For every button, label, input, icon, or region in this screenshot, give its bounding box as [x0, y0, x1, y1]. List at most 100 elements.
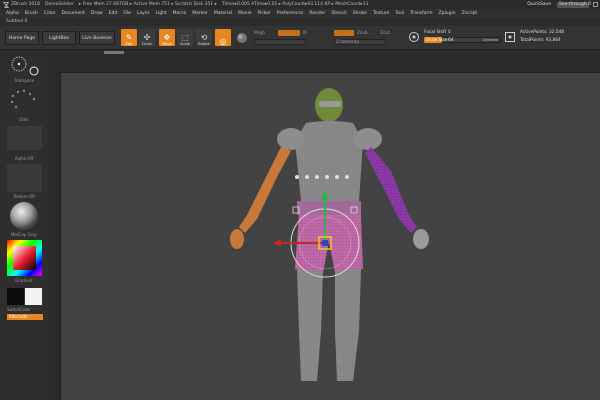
menu-render[interactable]: Render: [309, 11, 325, 16]
model-viewport[interactable]: [61, 73, 600, 400]
draw-icon: ✣: [143, 33, 151, 42]
model-right-arm: [365, 147, 417, 233]
seethrough-slider[interactable]: See-through 0: [557, 1, 591, 8]
menu-tool[interactable]: Tool: [395, 11, 404, 16]
main-color-swatch[interactable]: [7, 288, 24, 305]
total-points: TotalPoints: 93,864: [520, 38, 561, 43]
soldier-model: [230, 88, 429, 381]
scale-tool-button[interactable]: ⬚ Scale: [177, 29, 193, 46]
rotate-icon: ⟲: [200, 33, 208, 42]
project-name: DemoSoldier: [44, 2, 74, 7]
menu-macro[interactable]: Macro: [173, 11, 187, 16]
model-left-shoulder: [277, 128, 305, 150]
dots-label: Dots: [19, 117, 29, 122]
color-picker[interactable]: [7, 240, 42, 276]
menu-stencil[interactable]: Stencil: [331, 11, 346, 16]
menu-edit[interactable]: Edit: [109, 11, 118, 16]
menu-light[interactable]: Light: [155, 11, 166, 16]
memory-stats: ▸ Free Mem 27.697GB ▸ Active Mem 751 ▸ S…: [78, 2, 217, 7]
menu-document[interactable]: Document: [62, 11, 85, 16]
gizmo-icon: ◎: [219, 37, 227, 46]
switch-color-button[interactable]: SwitchColor: [7, 307, 45, 312]
left-gutter: [48, 56, 60, 400]
menu-draw[interactable]: Draw: [91, 11, 103, 16]
gizmo-toggle-button[interactable]: ◎: [215, 29, 231, 46]
points-icon: [505, 32, 515, 42]
model-left-arm: [239, 147, 291, 233]
rotate-label: Rotate: [198, 42, 210, 46]
color-picker-icon: [7, 240, 42, 276]
menu-toggle-icon[interactable]: [593, 2, 598, 7]
gradient-label: Gradient: [15, 278, 33, 283]
quicksave-button[interactable]: QuickSave: [527, 2, 551, 7]
menu-movie[interactable]: Movie: [238, 11, 251, 16]
title-bar: ZBrush 2018 DemoSoldier ▸ Free Mem 27.69…: [0, 0, 600, 9]
home-page-button[interactable]: Home Page: [5, 31, 39, 45]
secondary-color-swatch[interactable]: [25, 288, 42, 305]
model-goggles: [319, 101, 341, 107]
matcap-label: MatCap Gray: [10, 232, 38, 237]
model-right-shoulder: [354, 128, 382, 150]
live-boolean-button[interactable]: Live Boolean: [79, 31, 115, 45]
menu-zplugin[interactable]: Zplugin: [439, 11, 456, 16]
menu-zscript[interactable]: Zscript: [462, 11, 478, 16]
menu-color[interactable]: Color: [44, 11, 56, 16]
lightbox-button[interactable]: LightBox: [42, 31, 76, 45]
stroke-slot[interactable]: [7, 56, 42, 76]
model-left-hand: [230, 229, 244, 249]
app-title: ZBrush 2018: [11, 2, 40, 7]
menu-picker[interactable]: Picker: [257, 11, 270, 16]
menu-marker[interactable]: Marker: [192, 11, 208, 16]
rgb-intensity-slider[interactable]: [254, 39, 306, 45]
zcut-label[interactable]: Zcut: [380, 31, 390, 36]
menu-transform[interactable]: Transform: [410, 11, 432, 16]
menu-alpha[interactable]: Alpha: [6, 11, 19, 16]
edit-tool-button[interactable]: ✎ Edit: [121, 29, 137, 46]
document-canvas[interactable]: [60, 72, 600, 400]
menu-material[interactable]: Material: [214, 11, 232, 16]
draw-size-value: 64: [448, 38, 454, 43]
material-sphere-icon[interactable]: [236, 32, 248, 44]
mrgb-label[interactable]: Mrgb: [254, 31, 265, 36]
material-thumbnail[interactable]: [7, 201, 42, 231]
focal-shift-value: 0: [448, 30, 451, 35]
m-label[interactable]: M: [303, 31, 307, 36]
ruler-marker: [104, 51, 124, 54]
menu-stroke[interactable]: Stroke: [353, 11, 367, 16]
rgb-toggle[interactable]: [278, 30, 300, 36]
left-shelf: Transpose Dots Alpha Off Texture Off Mat…: [0, 56, 48, 400]
alpha-thumbnail[interactable]: [7, 126, 42, 150]
matcap-sphere-icon: [10, 202, 38, 230]
focal-shift-icon[interactable]: [408, 31, 420, 43]
draw-tool-button[interactable]: ✣ Draw: [139, 29, 155, 46]
model-right-hand: [413, 229, 429, 249]
main-menu: Alpha Brush Color Document Draw Edit Fil…: [0, 9, 600, 18]
alpha-slot[interactable]: [7, 86, 42, 116]
menu-file[interactable]: File: [123, 11, 131, 16]
move-tool-button[interactable]: ✥ Move: [159, 29, 175, 46]
draw-size-label: Draw Size: [426, 38, 448, 43]
alpha-off-label: Alpha Off: [14, 156, 34, 161]
dynamic-label[interactable]: Dynamic: [483, 38, 498, 42]
scale-label: Scale: [180, 42, 190, 46]
zadd-toggle[interactable]: [334, 30, 354, 36]
edit-icon: ✎: [125, 33, 133, 42]
rotate-tool-button[interactable]: ⟲ Rotate: [196, 29, 212, 46]
zsub-label[interactable]: Zsub: [357, 31, 368, 36]
canvas-top-gap: [60, 56, 600, 72]
move-icon: ✥: [163, 33, 171, 42]
dots-stroke-icon: [10, 89, 36, 109]
menu-layer[interactable]: Layer: [137, 11, 150, 16]
move-label: Move: [162, 42, 172, 46]
alternate-button[interactable]: Alternate: [7, 314, 43, 320]
z-intensity-label: Z Intensity: [336, 40, 360, 45]
top-shelf: Home Page LightBox Live Boolean ✎ Edit ✣…: [0, 26, 600, 50]
texture-thumbnail[interactable]: [7, 164, 42, 192]
focal-shift-label: Focal Shift: [424, 30, 447, 35]
edit-label: Edit: [125, 42, 133, 46]
menu-brush[interactable]: Brush: [25, 11, 38, 16]
stroke-label: Transpose: [13, 78, 35, 83]
menu-texture[interactable]: Texture: [373, 11, 389, 16]
menu-preferences[interactable]: Preferences: [277, 11, 303, 16]
draw-label: Draw: [142, 42, 152, 46]
